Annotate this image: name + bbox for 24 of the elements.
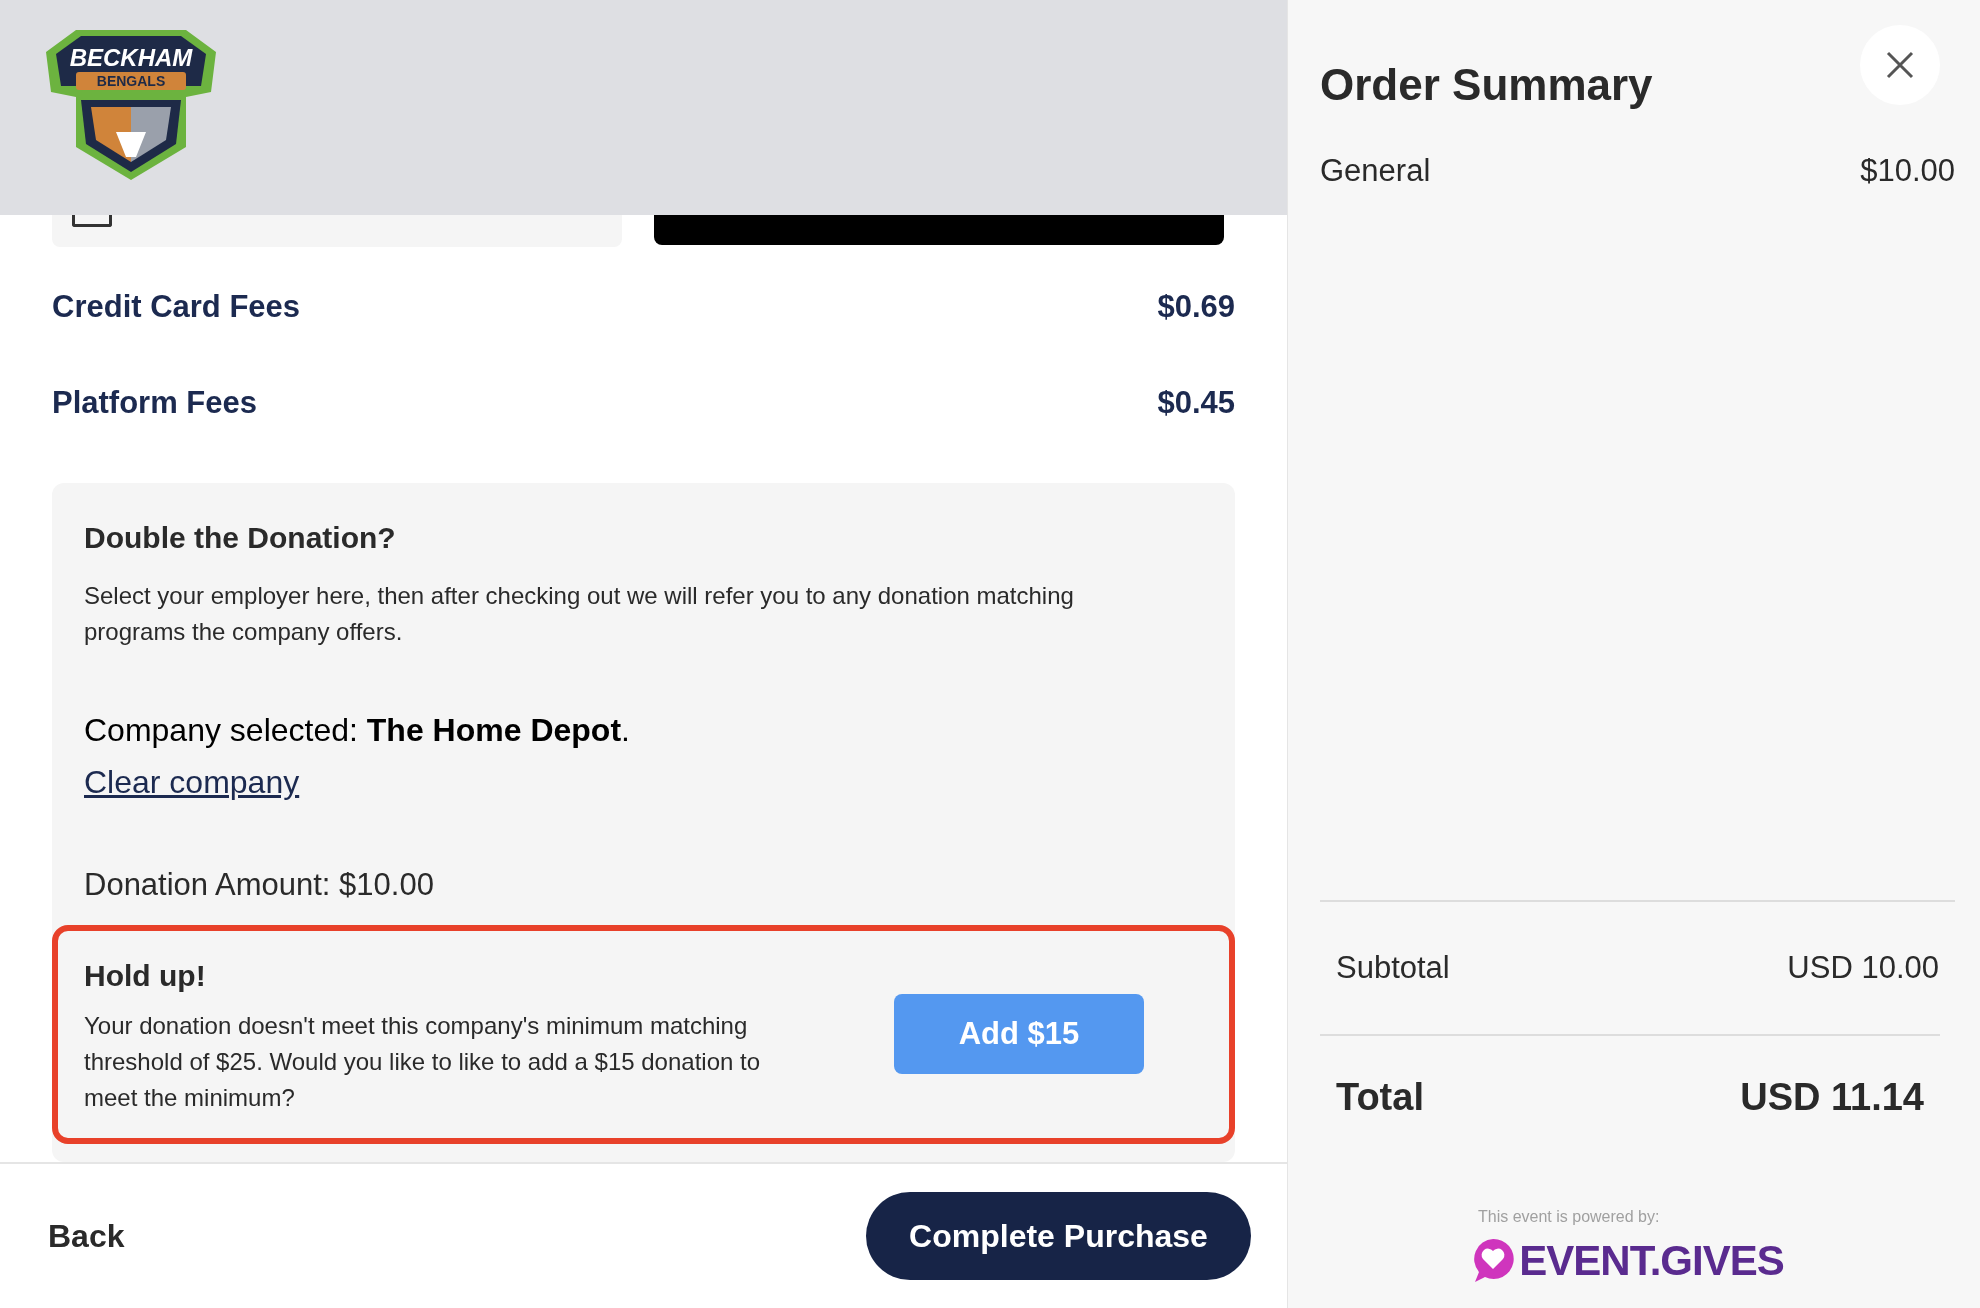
fee-amount: $0.69 bbox=[1157, 287, 1235, 326]
powered-by-text: This event is powered by: bbox=[1478, 1206, 1660, 1227]
item-name: General bbox=[1320, 152, 1431, 190]
brand-name: EVENT.GIVES bbox=[1519, 1235, 1784, 1286]
close-icon bbox=[1885, 50, 1915, 80]
alert-message: Your donation doesn't meet this company's minimum matching threshold of $25. Would you like to like to add a $15 donation to meet the minimum? bbox=[84, 1010, 762, 1113]
clear-company-link[interactable]: Clear company bbox=[84, 758, 300, 806]
total-label: Total bbox=[1336, 1074, 1424, 1120]
donation-title: Double the Donation? bbox=[84, 520, 397, 556]
donation-amount: Donation Amount: $10.00 bbox=[84, 866, 435, 904]
donation-description: Select your employer here, then after checking out we will refer you to any donation matching programs the company offers. bbox=[84, 581, 1075, 647]
back-link[interactable]: Back bbox=[48, 1212, 125, 1260]
subtotal-amount: USD 10.00 bbox=[1787, 948, 1939, 987]
complete-purchase-button[interactable]: Complete Purchase bbox=[866, 1192, 1251, 1280]
order-summary-title: Order Summary bbox=[1320, 59, 1653, 111]
total-amount: USD 11.14 bbox=[1740, 1074, 1924, 1120]
heart-bubble-icon bbox=[1471, 1237, 1516, 1283]
fee-label: Platform Fees bbox=[52, 383, 257, 422]
company-selected: Company selected: The Home Depot. bbox=[84, 711, 631, 750]
subtotal-label: Subtotal bbox=[1336, 948, 1450, 987]
fee-label: Credit Card Fees bbox=[52, 287, 301, 326]
fee-amount: $0.45 bbox=[1157, 383, 1235, 422]
item-price: $10.00 bbox=[1860, 152, 1955, 190]
alert-title: Hold up! bbox=[84, 957, 207, 994]
